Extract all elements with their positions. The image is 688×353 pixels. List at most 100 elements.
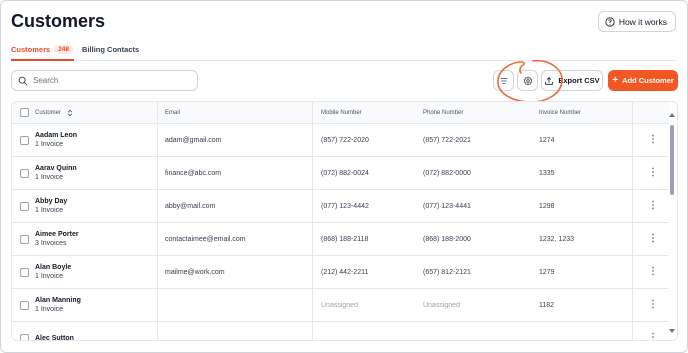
more-vertical-icon: ⋮ bbox=[648, 134, 658, 145]
search-input[interactable] bbox=[33, 76, 183, 85]
scroll-up-arrow[interactable] bbox=[669, 113, 675, 117]
customer-name[interactable]: Alan Boyle bbox=[35, 263, 71, 272]
invoice-count: 3 Invoices bbox=[35, 240, 67, 247]
row-checkbox[interactable] bbox=[20, 322, 29, 340]
table-row[interactable]: Aarav Quinn 1 Invoice finance@abc.com (072)… bbox=[12, 157, 669, 190]
table-row[interactable]: Alan Manning 1 Invoice Unassigned Unassigne… bbox=[12, 289, 669, 322]
column-header-phone: Phone Number bbox=[423, 109, 464, 116]
scrollbar-thumb[interactable] bbox=[670, 125, 674, 195]
customer-cell: Alan Boyle 1 Invoice bbox=[35, 256, 71, 288]
mobile-cell: (072) 882-0024 bbox=[321, 169, 369, 177]
tab-customers-label: Customers bbox=[11, 45, 51, 54]
table-row[interactable]: Aadam Leon 1 Invoice adam@gmail.com (857) 7… bbox=[12, 124, 669, 157]
tab-bar: Customers 248 Billing Contacts bbox=[11, 45, 677, 61]
invoice-count: 1 Invoice bbox=[35, 141, 64, 148]
more-vertical-icon: ⋮ bbox=[648, 200, 658, 211]
email-cell: mailme@work.com bbox=[165, 268, 225, 276]
row-actions-button[interactable]: ⋮ bbox=[648, 289, 658, 321]
customer-name[interactable]: Aadam Leon bbox=[35, 131, 77, 140]
mobile-cell: (212) 442-2211 bbox=[321, 268, 369, 276]
row-actions-button[interactable]: ⋮ bbox=[648, 157, 658, 189]
customer-cell: Aarav Quinn 1 Invoice bbox=[35, 157, 77, 189]
more-vertical-icon: ⋮ bbox=[648, 233, 658, 244]
mobile-cell: (868) 188-2118 bbox=[321, 235, 369, 243]
table-row[interactable]: Abby Day 1 Invoice abby@mail.com (077) 123-… bbox=[12, 190, 669, 223]
export-csv-label: Export CSV bbox=[558, 76, 600, 85]
more-vertical-icon: ⋮ bbox=[648, 266, 658, 277]
invoice-count: 1 Invoice bbox=[35, 174, 64, 181]
invoice-number-cell: 1232, 1233 bbox=[539, 235, 575, 243]
row-actions-button[interactable]: ⋮ bbox=[648, 256, 658, 288]
filter-button[interactable] bbox=[493, 70, 514, 91]
row-actions-button[interactable]: ⋮ bbox=[648, 124, 658, 156]
customer-name[interactable]: Alec Sutton bbox=[35, 334, 74, 341]
scroll-down-arrow[interactable] bbox=[669, 329, 675, 333]
table-scrollbar[interactable] bbox=[668, 111, 676, 333]
invoice-number-cell: 1182 bbox=[539, 301, 555, 309]
phone-cell: (072) 882-0000 bbox=[423, 169, 471, 177]
tab-billing-contacts-label: Billing Contacts bbox=[82, 45, 140, 54]
customers-page: Customers How it works Customers 248 Bil… bbox=[0, 0, 688, 353]
customer-count-badge: 248 bbox=[54, 45, 74, 54]
more-vertical-icon: ⋮ bbox=[648, 332, 658, 341]
customer-name[interactable]: Aarav Quinn bbox=[35, 164, 77, 173]
column-header-invoice: Invoice Number bbox=[539, 109, 582, 116]
customer-name[interactable]: Aimee Porter bbox=[35, 230, 79, 239]
more-vertical-icon: ⋮ bbox=[648, 167, 658, 178]
customer-cell: Aadam Leon 1 Invoice bbox=[35, 124, 77, 156]
row-checkbox[interactable] bbox=[20, 157, 29, 189]
settings-button[interactable] bbox=[517, 70, 538, 91]
customer-cell: Aimee Porter 3 Invoices bbox=[35, 223, 79, 255]
upload-icon bbox=[545, 76, 554, 85]
filter-lines-icon bbox=[500, 77, 507, 84]
gear-icon bbox=[523, 76, 532, 85]
phone-cell: (077) 123-4441 bbox=[423, 202, 471, 210]
invoice-count: 1 Invoice bbox=[35, 306, 64, 313]
customer-cell: Alec Sutton bbox=[35, 322, 74, 341]
customer-name[interactable]: Alan Manning bbox=[35, 296, 81, 305]
email-cell: adam@gmail.com bbox=[165, 136, 222, 144]
phone-cell: (868) 188-2000 bbox=[423, 235, 471, 243]
mobile-cell: (857) 722-2020 bbox=[321, 136, 369, 144]
table-row[interactable]: Aimee Porter 3 Invoices contactaimee@email… bbox=[12, 223, 669, 256]
email-cell: finance@abc.com bbox=[165, 169, 222, 177]
plus-icon: + bbox=[612, 74, 619, 86]
email-cell: contactaimee@email.com bbox=[165, 235, 246, 243]
row-checkbox[interactable] bbox=[20, 190, 29, 222]
column-header-email: Email bbox=[165, 109, 181, 116]
mobile-cell: (077) 123-4442 bbox=[321, 202, 369, 210]
invoice-number-cell: 1274 bbox=[539, 136, 555, 144]
add-customer-label: Add Customer bbox=[622, 76, 674, 85]
row-checkbox[interactable] bbox=[20, 124, 29, 156]
select-all-checkbox[interactable] bbox=[20, 102, 29, 123]
export-csv-button[interactable]: Export CSV bbox=[541, 70, 603, 91]
row-checkbox[interactable] bbox=[20, 289, 29, 321]
tab-customers[interactable]: Customers 248 bbox=[11, 45, 75, 61]
table-row[interactable]: Alan Boyle 1 Invoice mailme@work.com (212) … bbox=[12, 256, 669, 289]
table-row[interactable]: Alec Sutton ⋮ bbox=[12, 322, 669, 341]
row-checkbox[interactable] bbox=[20, 223, 29, 255]
how-it-works-label: How it works bbox=[618, 16, 667, 27]
how-it-works-button[interactable]: How it works bbox=[597, 11, 676, 32]
more-vertical-icon: ⋮ bbox=[648, 299, 658, 310]
row-checkbox[interactable] bbox=[20, 256, 29, 288]
column-header-customer[interactable]: Customer bbox=[35, 102, 73, 123]
invoice-number-cell: 1279 bbox=[539, 268, 555, 276]
tab-billing-contacts[interactable]: Billing Contacts bbox=[82, 45, 139, 61]
invoice-number-cell: 1335 bbox=[539, 169, 555, 177]
customer-cell: Alan Manning 1 Invoice bbox=[35, 289, 81, 321]
add-customer-button[interactable]: + Add Customer bbox=[608, 70, 678, 91]
row-actions-button[interactable]: ⋮ bbox=[648, 223, 658, 255]
search-icon bbox=[18, 76, 28, 85]
phone-cell: (857) 722-2021 bbox=[423, 136, 471, 144]
column-header-mobile: Mobile Number bbox=[321, 109, 362, 116]
row-actions-button[interactable]: ⋮ bbox=[648, 322, 658, 341]
row-actions-button[interactable]: ⋮ bbox=[648, 190, 658, 222]
phone-cell: (657) 812-2121 bbox=[423, 268, 471, 276]
sort-icon bbox=[67, 109, 73, 116]
invoice-number-cell: 1298 bbox=[539, 202, 555, 210]
page-title: Customers bbox=[11, 11, 106, 31]
search-box[interactable] bbox=[11, 70, 198, 91]
customer-cell: Abby Day 1 Invoice bbox=[35, 190, 67, 222]
customer-name[interactable]: Abby Day bbox=[35, 197, 67, 206]
